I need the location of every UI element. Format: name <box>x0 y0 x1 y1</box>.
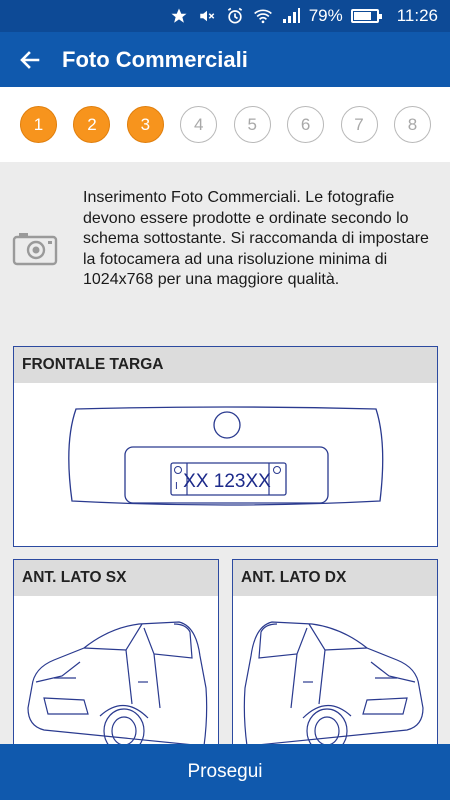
plate-prefix: I <box>175 481 178 492</box>
status-bar: 79% 11:26 <box>0 0 450 32</box>
photo-card-front-left[interactable]: ANT. LATO SX <box>13 559 219 759</box>
photo-card-front-right[interactable]: ANT. LATO DX <box>232 559 438 759</box>
continue-button[interactable]: Prosegui <box>0 744 450 800</box>
mute-icon <box>197 6 217 26</box>
step-1[interactable]: 1 <box>20 106 57 143</box>
battery-icon <box>350 9 382 23</box>
intro-text: Inserimento Foto Commerciali. Le fotogra… <box>83 189 429 288</box>
back-button[interactable] <box>0 32 60 87</box>
photo-card-title: FRONTALE TARGA <box>14 347 437 383</box>
step-6[interactable]: 6 <box>287 106 325 143</box>
step-5[interactable]: 5 <box>233 106 271 143</box>
step-indicator: 12345678 <box>0 87 450 162</box>
intro-section: Inserimento Foto Commerciali. Le fotogra… <box>0 162 450 342</box>
step-2[interactable]: 2 <box>73 106 111 143</box>
signal-icon <box>281 6 301 26</box>
arrow-left-icon <box>20 50 40 69</box>
car-left-illustration <box>27 621 208 754</box>
star-icon <box>169 6 189 26</box>
step-7[interactable]: 7 <box>340 106 378 143</box>
plate-illustration: I XX 123XX <box>68 406 384 506</box>
car-right-illustration <box>243 621 424 754</box>
battery-percent: 79% <box>308 6 343 25</box>
clock: 11:26 <box>396 6 438 25</box>
step-3[interactable]: 3 <box>126 106 164 143</box>
page-title: Foto Commerciali <box>62 46 248 72</box>
alarm-icon <box>225 6 245 26</box>
app-bar: Foto Commerciali <box>0 32 450 87</box>
photo-card-front-plate[interactable]: FRONTALE TARGA I XX 123XX <box>13 346 438 547</box>
step-4[interactable]: 4 <box>180 106 218 143</box>
camera-icon <box>12 233 58 266</box>
wifi-icon <box>253 6 273 26</box>
step-8[interactable]: 8 <box>393 106 431 143</box>
photo-card-title: ANT. LATO DX <box>233 560 437 596</box>
photo-card-title: ANT. LATO SX <box>14 560 218 596</box>
plate-number: XX 123XX <box>183 471 271 492</box>
